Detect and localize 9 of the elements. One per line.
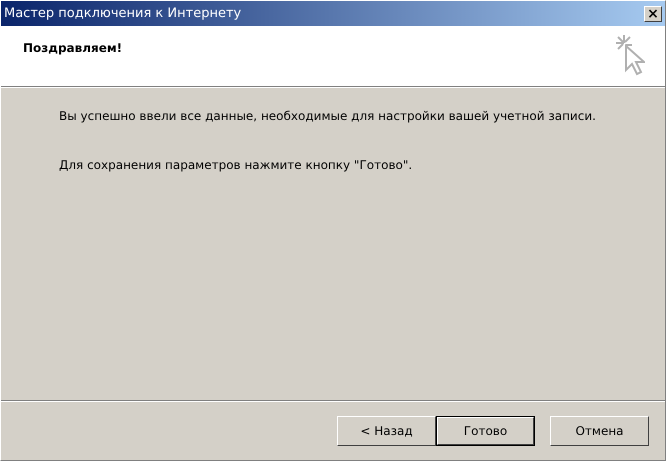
back-button[interactable]: < Назад <box>337 416 436 446</box>
body-text: Для сохранения параметров нажмите кнопку "Готово". <box>59 158 414 172</box>
cursor-sparkle-icon <box>615 34 645 78</box>
page-heading: Поздравляем! <box>23 41 122 57</box>
cancel-button[interactable]: Отмена <box>550 416 649 446</box>
close-button[interactable]: × <box>644 6 662 22</box>
body-text: Вы успешно ввели все данные, необходимые для настройки вашей учетной записи. <box>59 109 597 123</box>
window-title: Мастер подключения к Интернету <box>4 6 242 21</box>
finish-button[interactable]: Готово <box>436 416 535 446</box>
